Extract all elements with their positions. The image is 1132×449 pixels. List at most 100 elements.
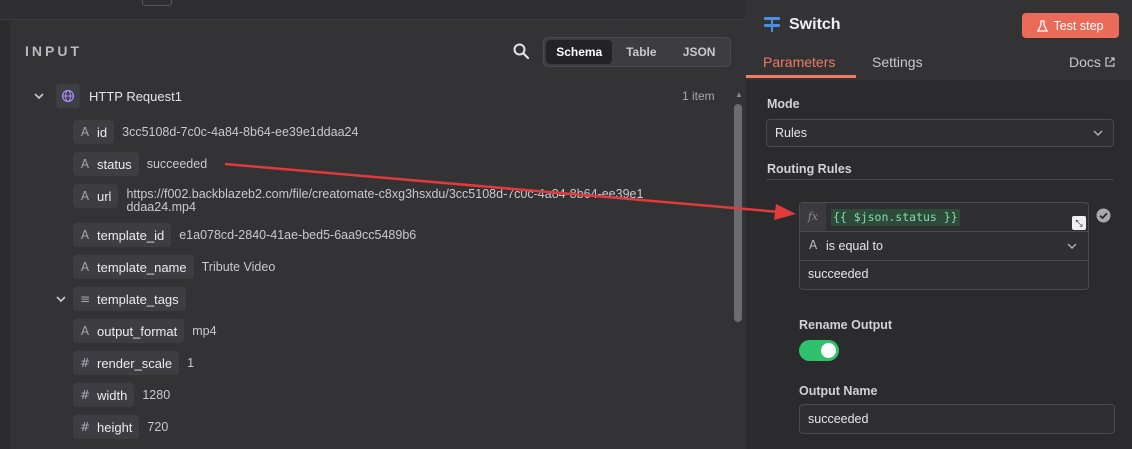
view-switcher: Schema Table JSON xyxy=(543,37,731,67)
field-pill[interactable]: Aid xyxy=(73,120,115,144)
rename-output-label: Rename Output xyxy=(799,318,893,332)
node-settings-panel: Switch Test step Parameters Settings Doc… xyxy=(746,0,1132,449)
divider xyxy=(766,179,1114,180)
schema-field: # render_scale 1 xyxy=(73,351,194,375)
toggle-knob xyxy=(821,343,836,358)
mode-label: Mode xyxy=(767,97,800,111)
schema-field: ≡ template_tags xyxy=(73,287,186,311)
number-type-icon: # xyxy=(79,420,91,434)
rule-expression-field[interactable]: fx {{ $json.status }} ⤡ xyxy=(800,203,1088,232)
field-key: template_name xyxy=(97,259,187,275)
schema-field: Astatus succeeded xyxy=(73,152,207,176)
field-value: Tribute Video xyxy=(201,260,276,274)
active-tab-indicator xyxy=(746,75,856,78)
test-step-button[interactable]: Test step xyxy=(1022,13,1119,38)
string-type-icon: A xyxy=(80,157,90,171)
routing-rule: fx {{ $json.status }} ⤡ A is equal to su… xyxy=(799,202,1089,290)
field-value: 3cc5108d-7c0c-4a84-8b64-ee39e1ddaa24 xyxy=(122,125,359,139)
rule-value[interactable]: succeeded xyxy=(808,267,868,281)
field-pill[interactable]: Astatus xyxy=(73,152,139,176)
rename-output-toggle[interactable] xyxy=(799,340,839,361)
field-value: 1280 xyxy=(142,388,171,402)
field-key: status xyxy=(97,156,132,172)
flask-icon xyxy=(1037,19,1049,32)
field-key: width xyxy=(97,387,128,403)
field-key: render_scale xyxy=(97,355,173,371)
field-pill[interactable]: Atemplate_name xyxy=(73,255,194,279)
string-type-icon: A xyxy=(809,238,818,252)
switch-node-icon xyxy=(764,17,780,32)
field-pill[interactable]: Aurl xyxy=(73,184,119,208)
schema-field: Atemplate_id e1a078cd-2840-41ae-bed5-6aa… xyxy=(73,223,416,247)
string-type-icon: A xyxy=(80,260,90,274)
chevron-down-icon[interactable] xyxy=(54,292,68,306)
operator-select[interactable]: A is equal to xyxy=(800,232,1088,261)
field-pill[interactable]: # width xyxy=(73,383,135,407)
field-pill[interactable]: ≡ template_tags xyxy=(73,287,186,311)
chevron-down-icon xyxy=(1066,238,1078,257)
field-pill[interactable]: Aoutput_format xyxy=(73,319,185,343)
string-type-icon: A xyxy=(80,189,90,203)
tab-table[interactable]: Table xyxy=(612,40,670,64)
scroll-up-icon[interactable]: ▲ xyxy=(735,90,743,99)
globe-icon xyxy=(56,84,80,108)
schema-field: # height 720 xyxy=(73,415,168,439)
field-key: template_tags xyxy=(97,291,179,307)
node-header: Switch Test step Parameters Settings Doc… xyxy=(746,0,1132,80)
tab-parameters[interactable]: Parameters xyxy=(763,54,835,70)
schema-field: Aoutput_format mp4 xyxy=(73,319,217,343)
output-name-label: Output Name xyxy=(799,384,878,398)
field-value: https://f002.backblazeb2.com/file/creato… xyxy=(126,187,644,214)
test-step-label: Test step xyxy=(1053,18,1104,33)
node-title: Switch xyxy=(789,16,841,33)
output-name-input[interactable]: succeeded xyxy=(799,404,1115,434)
chevron-down-icon[interactable] xyxy=(32,89,46,103)
docs-label: Docs xyxy=(1069,54,1101,70)
field-key: template_id xyxy=(97,227,165,243)
scrollbar-thumb[interactable] xyxy=(734,104,742,322)
field-value: e1a078cd-2840-41ae-bed5-6aa9cc5489b6 xyxy=(179,228,417,242)
fx-icon: fx xyxy=(800,203,826,231)
number-type-icon: # xyxy=(79,356,91,370)
mode-select[interactable]: Rules xyxy=(766,119,1114,147)
top-strip xyxy=(0,0,746,20)
scrollbar[interactable] xyxy=(733,104,743,449)
field-pill[interactable]: # height xyxy=(73,415,140,439)
field-key: url xyxy=(97,188,112,204)
field-key: height xyxy=(97,419,133,435)
search-icon[interactable] xyxy=(512,42,530,60)
field-key: output_format xyxy=(97,323,178,339)
expression-text: {{ $json.status }} xyxy=(831,209,960,226)
mode-value: Rules xyxy=(775,126,807,140)
field-pill[interactable]: # render_scale xyxy=(73,351,180,375)
input-panel-title: INPUT xyxy=(25,43,82,59)
operator-label: is equal to xyxy=(826,239,883,253)
external-link-icon xyxy=(1105,57,1115,67)
string-type-icon: A xyxy=(80,228,90,242)
number-type-icon: # xyxy=(79,388,91,402)
tab-json[interactable]: JSON xyxy=(670,40,728,64)
item-count: 1 item xyxy=(682,89,715,103)
field-value: 1 xyxy=(187,356,195,370)
field-value: 720 xyxy=(147,420,169,434)
tab-settings[interactable]: Settings xyxy=(872,54,923,70)
string-type-icon: A xyxy=(80,125,90,139)
string-type-icon: A xyxy=(80,324,90,338)
chevron-down-icon xyxy=(1092,120,1104,155)
root-node-label[interactable]: HTTP Request1 xyxy=(89,89,182,104)
schema-field: # width 1280 xyxy=(73,383,170,407)
expand-icon[interactable]: ⤡ xyxy=(1072,216,1086,230)
field-pill[interactable]: Atemplate_id xyxy=(73,223,172,247)
list-type-icon: ≡ xyxy=(79,292,91,306)
schema-field: Aid 3cc5108d-7c0c-4a84-8b64-ee39e1ddaa24 xyxy=(73,120,358,144)
field-key: id xyxy=(97,124,108,140)
top-control[interactable] xyxy=(142,0,172,6)
check-circle-icon[interactable] xyxy=(1096,208,1111,223)
field-value: succeeded xyxy=(146,157,208,171)
tab-schema[interactable]: Schema xyxy=(546,40,613,64)
input-panel: INPUT Schema Table JSON HTTP Request1 1 … xyxy=(10,20,746,449)
schema-field: Aurl https://f002.backblazeb2.com/file/c… xyxy=(73,184,646,214)
field-value: mp4 xyxy=(192,324,217,338)
schema-field: Atemplate_name Tribute Video xyxy=(73,255,275,279)
docs-link[interactable]: Docs xyxy=(1069,54,1115,70)
